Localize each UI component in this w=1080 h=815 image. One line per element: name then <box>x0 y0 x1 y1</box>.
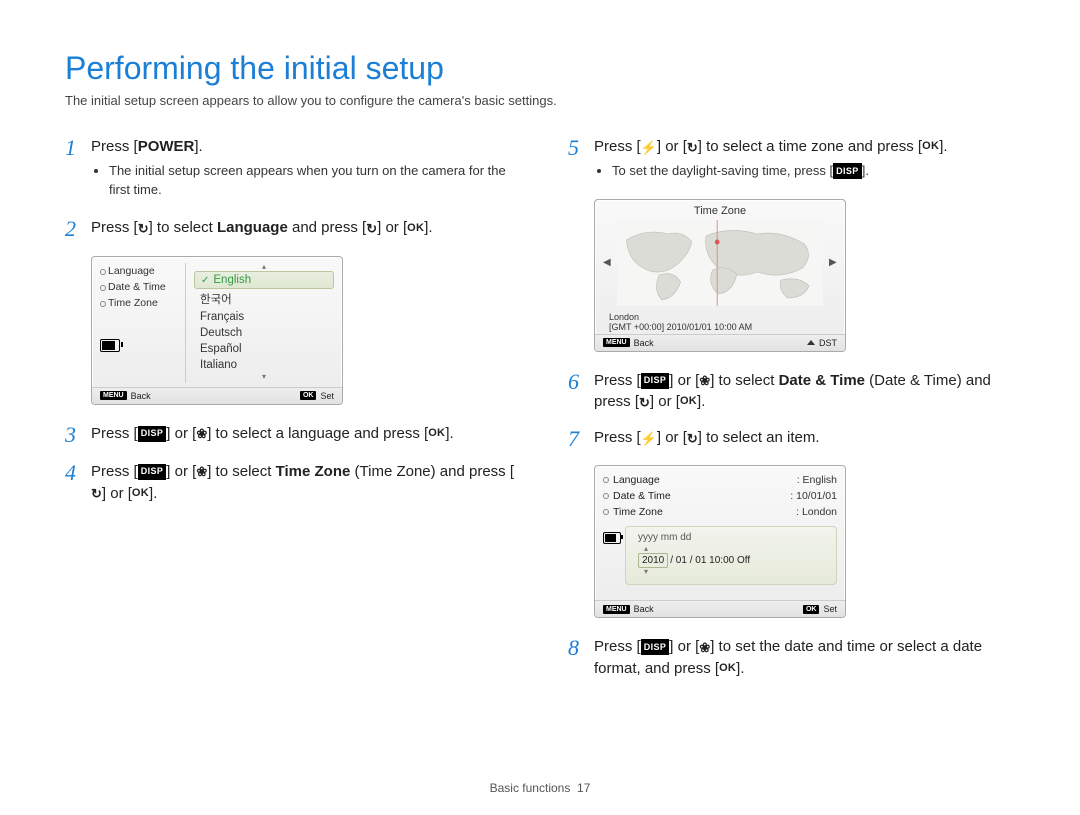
step-3: 3 Press [DISP] or [❀] to select a langua… <box>65 423 522 447</box>
scroll-up-icon: ▴ <box>634 545 828 553</box>
step-4: 4 Press [DISP] or [❀] to select Time Zon… <box>65 461 522 505</box>
step-7: 7 Press [⚡] or [↻] to select an item. <box>568 427 1025 451</box>
step-body: Press [DISP] or [❀] to select Time Zone … <box>91 461 522 505</box>
scroll-up-icon: ▴ <box>194 263 334 271</box>
right-column: 5 Press [⚡] or [↻] to select a time zone… <box>568 136 1025 694</box>
ok-icon: OK <box>719 662 736 676</box>
world-map <box>617 220 823 306</box>
step-number: 6 <box>568 370 594 414</box>
settings-row: Date & Time: 10/01/01 <box>603 488 837 504</box>
screen-footer: MENUBack OKSet <box>92 387 342 404</box>
step-number: 7 <box>568 427 594 451</box>
flower-icon: ❀ <box>699 374 710 388</box>
menu-tag: MENU <box>603 605 630 614</box>
right-arrow-icon: ▶ <box>829 257 837 268</box>
left-column: 1 Press [POWER]. The initial setup scree… <box>65 136 522 694</box>
language-option: Italiano <box>194 357 334 373</box>
scroll-down-icon: ▾ <box>634 568 828 576</box>
step-body: Press [DISP] or [❀] to select a language… <box>91 423 522 447</box>
flower-icon: ❀ <box>196 465 207 479</box>
menu-tag: MENU <box>100 391 127 400</box>
up-arrow-icon <box>807 340 815 345</box>
step-number: 1 <box>65 136 91 203</box>
year-selected: 2010 <box>638 553 668 568</box>
battery-icon <box>603 532 621 544</box>
datetime-screen: Language: English Date & Time: 10/01/01 … <box>594 465 846 618</box>
page-subtitle: The initial setup screen appears to allo… <box>65 93 1025 108</box>
settings-row: Time Zone: London <box>603 504 837 520</box>
language-screen: Language Date & Time Time Zone ▴ English… <box>91 256 343 405</box>
bullet: The initial setup screen appears when yo… <box>109 162 522 200</box>
manual-page: Performing the initial setup The initial… <box>0 0 1080 714</box>
language-option: Deutsch <box>194 325 334 341</box>
menu-item: Language <box>100 263 185 279</box>
settings-row: Language: English <box>603 472 837 488</box>
ok-icon: OK <box>680 395 697 409</box>
step-body: Press [DISP] or [❀] to set the date and … <box>594 636 1025 680</box>
step-number: 4 <box>65 461 91 505</box>
step-body: Press [⚡] or [↻] to select an item. <box>594 427 1025 451</box>
step-1: 1 Press [POWER]. The initial setup scree… <box>65 136 522 203</box>
ok-tag: OK <box>300 391 317 400</box>
timer-icon: ↻ <box>687 431 698 445</box>
language-option: Français <box>194 309 334 325</box>
page-title: Performing the initial setup <box>65 50 1025 87</box>
disp-icon: DISP <box>641 639 670 655</box>
menu-item: Date & Time <box>100 279 185 295</box>
timer-icon: ↻ <box>687 140 698 154</box>
step-number: 3 <box>65 423 91 447</box>
two-columns: 1 Press [POWER]. The initial setup scree… <box>65 136 1025 694</box>
timer-icon: ↻ <box>138 221 149 235</box>
date-entry-panel: yyyy mm dd ▴ 2010 / 01 / 01 10:00 Off ▾ <box>625 526 837 585</box>
flash-icon: ⚡ <box>641 431 657 445</box>
scroll-down-icon: ▾ <box>194 373 334 381</box>
bullet: To set the daylight-saving time, press [… <box>612 162 1025 181</box>
timer-icon: ↻ <box>91 487 102 501</box>
timer-icon: ↻ <box>639 395 650 409</box>
step-number: 8 <box>568 636 594 680</box>
step-number: 5 <box>568 136 594 185</box>
step-2: 2 Press [↻] to select Language and press… <box>65 217 522 241</box>
disp-icon: DISP <box>833 163 862 179</box>
step-8: 8 Press [DISP] or [❀] to set the date an… <box>568 636 1025 680</box>
ok-icon: OK <box>428 427 445 441</box>
date-values: 2010 / 01 / 01 10:00 Off <box>634 553 828 568</box>
battery-icon <box>100 339 120 352</box>
disp-icon: DISP <box>138 426 167 442</box>
timezone-info: London [GMT +00:00] 2010/01/01 10:00 AM <box>595 310 845 334</box>
date-format: yyyy mm dd <box>634 532 828 543</box>
step-body: Press [POWER]. The initial setup screen … <box>91 136 522 203</box>
step-body: Press [DISP] or [❀] to select Date & Tim… <box>594 370 1025 414</box>
screen-footer: MENUBack DST <box>595 334 845 351</box>
language-option: Español <box>194 341 334 357</box>
disp-icon: DISP <box>641 373 670 389</box>
page-footer: Basic functions 17 <box>0 781 1080 795</box>
ok-icon: OK <box>922 140 939 154</box>
screen-footer: MENUBack OKSet <box>595 600 845 617</box>
step-5: 5 Press [⚡] or [↻] to select a time zone… <box>568 136 1025 185</box>
flash-icon: ⚡ <box>641 140 657 154</box>
settings-rows: Language: English Date & Time: 10/01/01 … <box>603 472 837 520</box>
left-arrow-icon: ◀ <box>603 257 611 268</box>
menu-tag: MENU <box>603 338 630 347</box>
ok-icon: OK <box>132 487 149 501</box>
step-body: Press [↻] to select Language and press [… <box>91 217 522 241</box>
language-option: 한국어 <box>194 289 334 309</box>
menu-left: Language Date & Time Time Zone <box>100 263 185 383</box>
step-number: 2 <box>65 217 91 241</box>
language-option: English <box>194 271 334 289</box>
ok-tag: OK <box>803 605 820 614</box>
ok-icon: OK <box>407 221 424 235</box>
disp-icon: DISP <box>138 464 167 480</box>
flower-icon: ❀ <box>196 427 207 441</box>
timezone-screen: Time Zone ◀ <box>594 199 846 352</box>
step-body: Press [⚡] or [↻] to select a time zone a… <box>594 136 1025 185</box>
flower-icon: ❀ <box>699 640 710 654</box>
language-list: ▴ English 한국어 Français Deutsch Español I… <box>185 263 334 383</box>
step-6: 6 Press [DISP] or [❀] to select Date & T… <box>568 370 1025 414</box>
timer-icon: ↻ <box>366 221 377 235</box>
timezone-title: Time Zone <box>595 200 845 220</box>
menu-item: Time Zone <box>100 295 185 311</box>
